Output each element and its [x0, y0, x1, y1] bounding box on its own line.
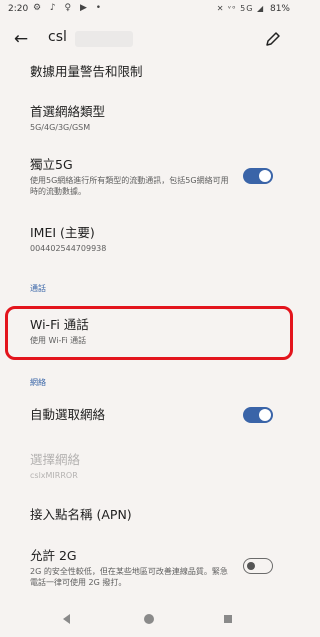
- apn-item[interactable]: 接入點名稱 (APN): [30, 507, 270, 523]
- navigation-bar: [0, 602, 298, 637]
- item-title: 自動選取網絡: [30, 407, 106, 422]
- item-title: 數據用量警告和限制: [30, 64, 143, 79]
- signal-icon: ✕ ᵛᵒ 5G ◢: [216, 4, 265, 13]
- item-title: 選擇網絡: [30, 452, 81, 467]
- item-summary: 使用5G網絡進行所有類型的流動通訊，包括5G網絡可用時的流動數據。: [30, 176, 229, 196]
- page-title: csl: [48, 29, 67, 45]
- nav-recents-icon[interactable]: [224, 615, 232, 623]
- battery-level: 81%: [269, 4, 290, 14]
- toggle-knob: [247, 562, 255, 570]
- item-title: IMEI (主要): [30, 225, 95, 240]
- section-header-calls: 通話: [30, 284, 46, 293]
- item-summary: 004402544709938: [30, 244, 107, 253]
- imei-item[interactable]: IMEI (主要) 004402544709938: [30, 225, 270, 254]
- item-title: 允許 2G: [30, 548, 77, 563]
- allow-2g-toggle[interactable]: [243, 558, 273, 574]
- auto-select-network-item[interactable]: 自動選取網絡: [30, 407, 270, 423]
- data-usage-warning-item[interactable]: 數據用量警告和限制: [30, 64, 270, 80]
- nav-back-icon[interactable]: [63, 614, 70, 624]
- allow-2g-item[interactable]: 允許 2G 2G 的安全性較低，但在某些地區可改善連線品質。緊急電話一律可使用 …: [30, 548, 230, 588]
- item-title: 獨立5G: [30, 157, 73, 172]
- notification-icons: ⚙ ♪ ♀ ▶ •: [33, 3, 105, 13]
- preferred-network-item[interactable]: 首選網絡類型 5G/4G/3G/GSM: [30, 104, 270, 133]
- item-title: 接入點名稱 (APN): [30, 507, 132, 522]
- item-title: 首選網絡類型: [30, 104, 106, 119]
- back-arrow-icon[interactable]: ←: [10, 28, 32, 50]
- standalone-5g-toggle[interactable]: [243, 168, 273, 184]
- auto-select-network-toggle[interactable]: [243, 407, 273, 423]
- item-summary: cslxMIRROR: [30, 471, 78, 480]
- status-time: 2:20: [8, 4, 29, 14]
- status-bar: 2:20 ⚙ ♪ ♀ ▶ • ✕ ᵛᵒ 5G ◢ 81%: [0, 0, 298, 18]
- item-summary: 5G/4G/3G/GSM: [30, 123, 91, 132]
- wifi-calling-item[interactable]: Wi-Fi 通話 使用 Wi-Fi 通話: [30, 317, 270, 346]
- status-right: ✕ ᵛᵒ 5G ◢ 81%: [217, 4, 290, 14]
- app-bar: ← csl: [0, 22, 298, 56]
- toggle-knob: [259, 409, 271, 421]
- item-summary: 2G 的安全性較低，但在某些地區可改善連線品質。緊急電話一律可使用 2G 撥打。: [30, 567, 228, 587]
- nav-home-icon[interactable]: [144, 614, 154, 624]
- toggle-knob: [259, 170, 271, 182]
- item-summary: 使用 Wi-Fi 通話: [30, 336, 87, 345]
- section-header-network: 網絡: [30, 378, 46, 387]
- choose-network-item: 選擇網絡 cslxMIRROR: [30, 452, 270, 481]
- redacted-title-part: [75, 31, 133, 47]
- standalone-5g-item[interactable]: 獨立5G 使用5G網絡進行所有類型的流動通訊，包括5G網絡可用時的流動數據。: [30, 157, 230, 197]
- item-title: Wi-Fi 通話: [30, 317, 89, 332]
- edit-pencil-icon[interactable]: [264, 30, 282, 48]
